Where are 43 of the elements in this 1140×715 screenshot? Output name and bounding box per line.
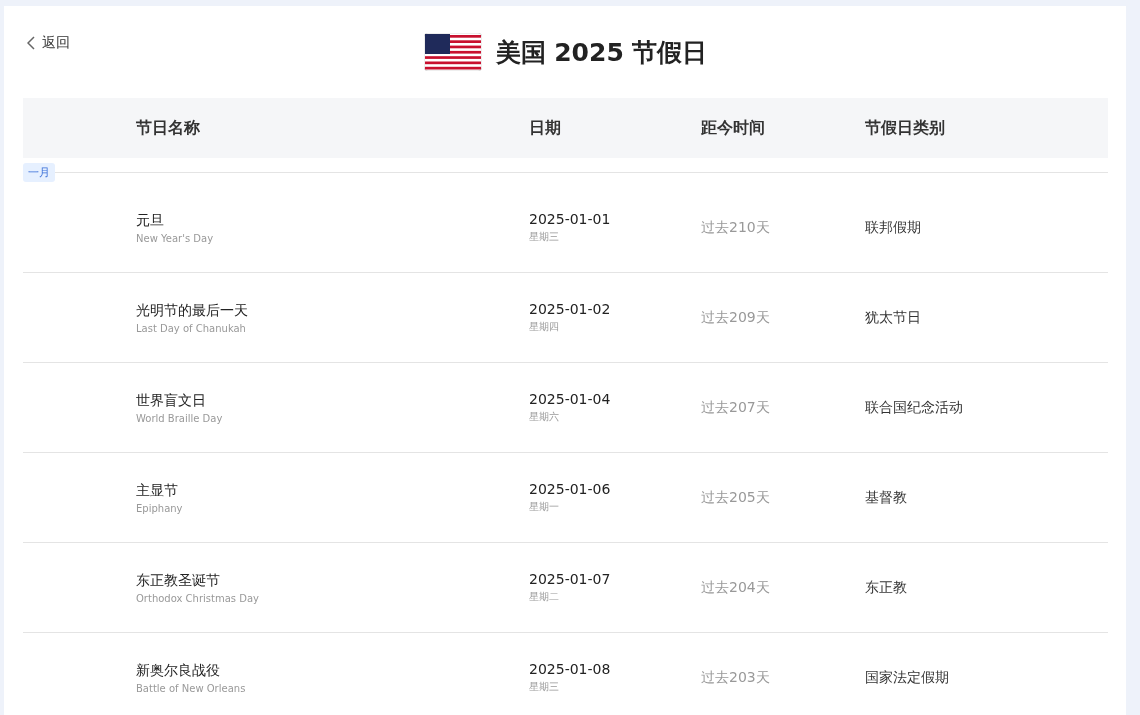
holiday-english-name: Orthodox Christmas Day bbox=[136, 592, 260, 604]
holiday-category: 犹太节日 bbox=[865, 308, 922, 327]
flag-icon bbox=[423, 33, 482, 71]
holiday-date: 2025-01-01 bbox=[529, 211, 612, 227]
holiday-date: 2025-01-04 bbox=[529, 391, 612, 407]
holiday-category: 联邦假期 bbox=[865, 218, 922, 237]
holiday-name: 光明节的最后一天 bbox=[136, 301, 249, 320]
weekday: 星期六 bbox=[529, 410, 560, 424]
column-header: 节假日类别 bbox=[865, 117, 946, 139]
column-header: 距今时间 bbox=[701, 117, 766, 139]
holiday-category: 联合国纪念活动 bbox=[865, 398, 964, 417]
chevron-left-icon bbox=[27, 36, 36, 50]
days-since: 过去205天 bbox=[701, 488, 771, 507]
holiday-name: 东正教圣诞节 bbox=[136, 571, 221, 590]
weekday: 星期三 bbox=[529, 230, 560, 244]
days-since: 过去203天 bbox=[701, 668, 771, 687]
holiday-english-name: Last Day of Chanukah bbox=[136, 322, 247, 334]
days-since: 过去207天 bbox=[701, 398, 771, 417]
days-since: 过去204天 bbox=[701, 578, 771, 597]
days-since: 过去210天 bbox=[701, 218, 771, 237]
holiday-category: 东正教 bbox=[865, 578, 908, 597]
weekday: 星期四 bbox=[529, 320, 560, 334]
column-header: 节日名称 bbox=[136, 117, 201, 139]
holiday-category: 基督教 bbox=[865, 488, 908, 507]
holiday-english-name: Battle of New Orleans bbox=[136, 682, 247, 694]
page-title: 美国 2025 节假日 bbox=[495, 36, 708, 69]
days-since: 过去209天 bbox=[701, 308, 771, 327]
holiday-date: 2025-01-08 bbox=[529, 661, 612, 677]
month-tag: 一月 bbox=[23, 162, 55, 182]
holiday-name: 世界盲文日 bbox=[136, 391, 207, 410]
column-header: 日期 bbox=[529, 117, 562, 139]
holiday-category: 国家法定假期 bbox=[865, 668, 950, 687]
holiday-english-name: Epiphany bbox=[136, 502, 184, 514]
weekday: 星期三 bbox=[529, 680, 560, 694]
holiday-date: 2025-01-02 bbox=[529, 301, 612, 317]
holiday-name: 新奥尔良战役 bbox=[136, 661, 221, 680]
holiday-date: 2025-01-07 bbox=[529, 571, 612, 587]
holiday-english-name: New Year's Day bbox=[136, 232, 215, 244]
holiday-date: 2025-01-06 bbox=[529, 481, 612, 497]
holiday-english-name: World Braille Day bbox=[136, 412, 224, 424]
holiday-name: 主显节 bbox=[136, 481, 179, 500]
holiday-name: 元旦 bbox=[136, 211, 165, 230]
back-link[interactable]: 返回 bbox=[27, 34, 70, 52]
